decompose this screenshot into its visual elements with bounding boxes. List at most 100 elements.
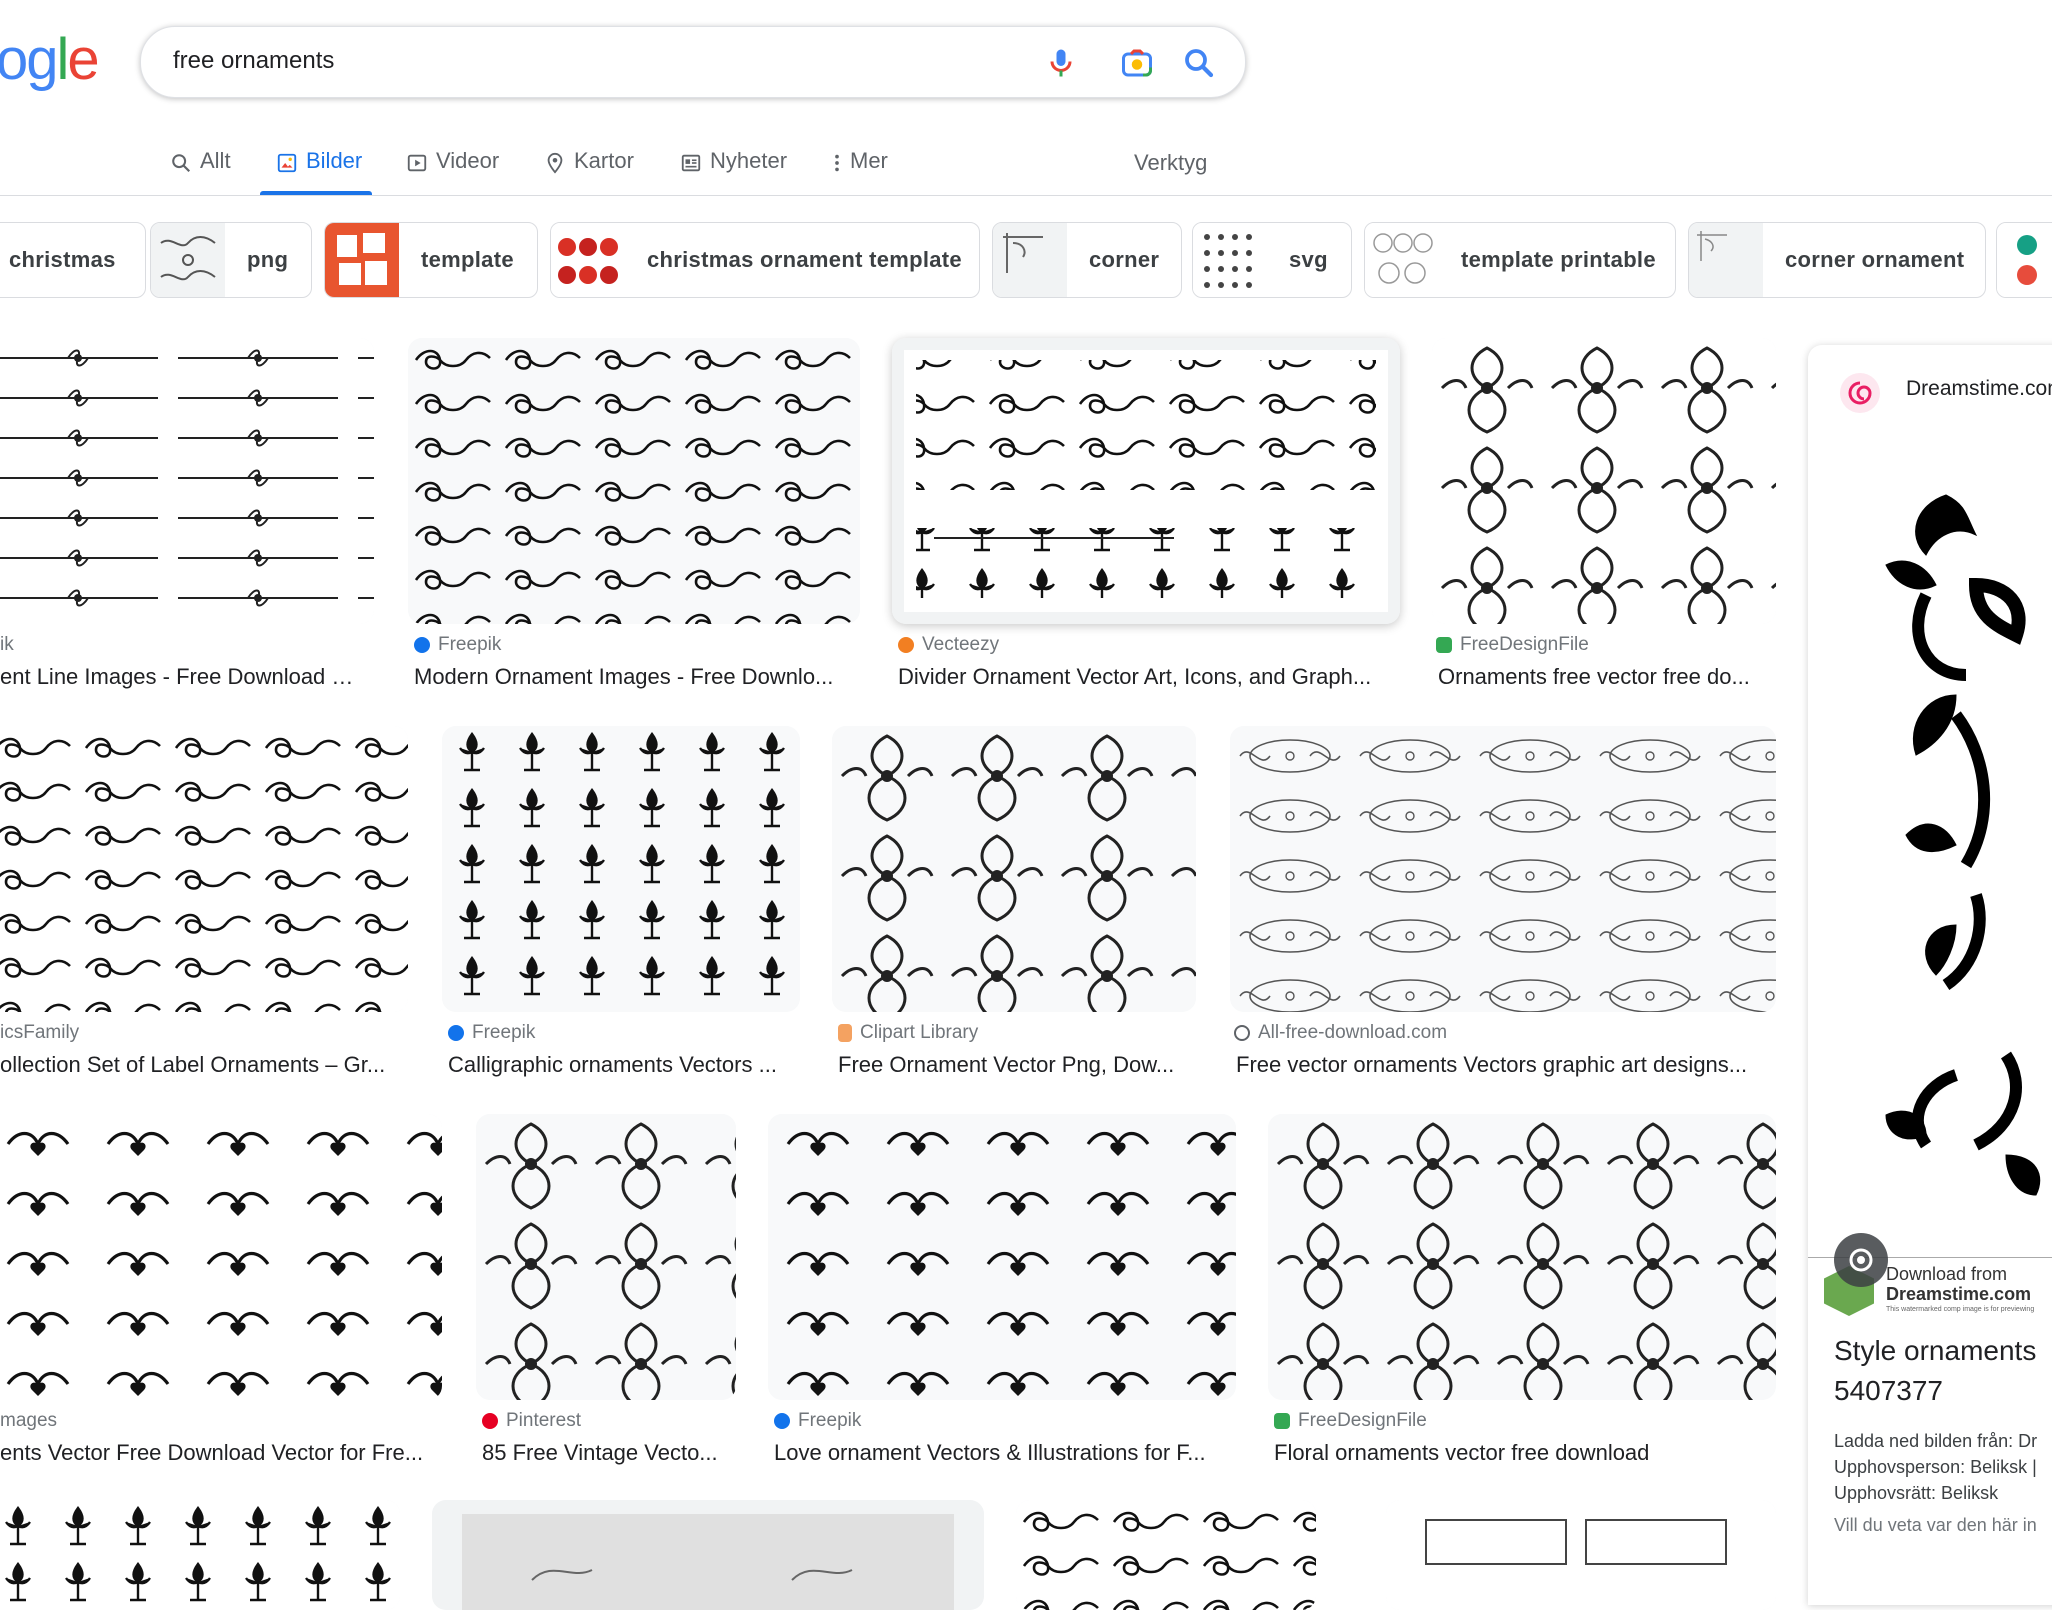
tab-more[interactable]: Mer bbox=[832, 148, 888, 200]
tab-maps[interactable]: Kartor bbox=[544, 148, 634, 200]
result-thumbnail[interactable] bbox=[0, 338, 374, 624]
watermark-note: This watermarked comp image is for previ… bbox=[1886, 1306, 2035, 1313]
chip-label: template bbox=[421, 247, 514, 272]
chip-thumbnail bbox=[325, 223, 399, 297]
result-thumbnail[interactable] bbox=[408, 338, 860, 624]
clipart-library-icon bbox=[838, 1024, 852, 1042]
result-image bbox=[432, 1500, 984, 1610]
more-vertical-icon bbox=[835, 154, 839, 172]
search-icon bbox=[172, 154, 191, 173]
lens-search-icon[interactable] bbox=[1834, 1233, 1888, 1287]
chip-christmas-ornament-template[interactable]: christmas ornament template bbox=[550, 222, 980, 298]
preview-image[interactable] bbox=[1826, 455, 2052, 1255]
result-thumbnail[interactable] bbox=[0, 1114, 442, 1400]
tab-label: Nyheter bbox=[710, 148, 788, 173]
microphone-icon[interactable] bbox=[1043, 45, 1079, 81]
tab-all[interactable]: Allt bbox=[170, 148, 231, 200]
result-thumbnail[interactable] bbox=[1432, 338, 1776, 624]
chip-thumbnail bbox=[151, 223, 225, 297]
result-source[interactable]: Freepik bbox=[448, 1022, 535, 1044]
tab-videos[interactable]: Videor bbox=[406, 148, 499, 200]
result-title[interactable]: ollection Set of Label Ornaments – Gr... bbox=[0, 1052, 400, 1078]
result-thumbnail[interactable] bbox=[476, 1114, 736, 1400]
search-input[interactable]: free ornaments bbox=[173, 47, 334, 75]
result-thumbnail[interactable] bbox=[832, 726, 1196, 1012]
result-title[interactable]: ent Line Images - Free Download o... bbox=[0, 664, 360, 690]
image-icon bbox=[277, 153, 297, 173]
download-circle-icon bbox=[1234, 1025, 1250, 1041]
chip-christmas[interactable]: christmas bbox=[0, 222, 146, 298]
result-source[interactable]: FreeDesignFile bbox=[1436, 634, 1589, 656]
source-name: FreeDesignFile bbox=[1460, 634, 1589, 655]
result-thumbnail[interactable] bbox=[432, 1500, 984, 1610]
result-image bbox=[1386, 1500, 1776, 1610]
chip-template[interactable]: template bbox=[324, 222, 538, 298]
chip-png[interactable]: png bbox=[150, 222, 312, 298]
play-icon bbox=[407, 154, 427, 172]
chip-template-printable[interactable]: template printable bbox=[1364, 222, 1676, 298]
freedesignfile-icon bbox=[1436, 637, 1452, 653]
tab-news[interactable]: Nyheter bbox=[680, 148, 787, 200]
search-icon[interactable] bbox=[1181, 45, 1217, 81]
preview-author-line: Upphovsperson: Beliksk | bbox=[1834, 1457, 2037, 1477]
result-thumbnail[interactable] bbox=[0, 1500, 400, 1610]
result-source[interactable]: Freepik bbox=[414, 634, 501, 656]
chip-label: template printable bbox=[1461, 247, 1656, 272]
result-source[interactable]: Freepik bbox=[774, 1410, 861, 1432]
preview-rights-line: Upphovsrätt: Beliksk bbox=[1834, 1483, 1999, 1503]
dreamstime-logo-icon[interactable] bbox=[1840, 373, 1880, 413]
result-source[interactable]: mages bbox=[0, 1410, 57, 1432]
chip-more-preview[interactable] bbox=[1996, 222, 2052, 298]
result-thumbnail[interactable] bbox=[1386, 1500, 1776, 1610]
result-source[interactable]: Pinterest bbox=[482, 1410, 581, 1432]
chip-svg[interactable]: svg bbox=[1192, 222, 1352, 298]
result-title[interactable]: Free Ornament Vector Png, Dow... bbox=[838, 1052, 1194, 1078]
source-name: Freepik bbox=[438, 634, 502, 655]
preview-title-line1[interactable]: Style ornaments bbox=[1834, 1335, 2036, 1367]
result-source[interactable]: All-free-download.com bbox=[1234, 1022, 1447, 1044]
chip-corner[interactable]: corner bbox=[992, 222, 1182, 298]
tools-label: Verktyg bbox=[1134, 150, 1208, 175]
result-source[interactable]: Vecteezy bbox=[898, 634, 999, 656]
watermark-site: Dreamstime.com bbox=[1886, 1284, 2032, 1304]
result-title[interactable]: 85 Free Vintage Vecto... bbox=[482, 1440, 732, 1466]
freedesignfile-icon bbox=[1274, 1413, 1290, 1429]
result-thumbnail[interactable] bbox=[768, 1114, 1236, 1400]
result-thumbnail[interactable] bbox=[442, 726, 800, 1012]
preview-title-line2[interactable]: 5407377 bbox=[1834, 1375, 1943, 1407]
result-image bbox=[1230, 726, 1776, 1012]
result-source[interactable]: ik bbox=[0, 634, 14, 656]
result-title[interactable]: ents Vector Free Download Vector for Fre… bbox=[0, 1440, 430, 1466]
camera-search-icon[interactable] bbox=[1119, 45, 1155, 81]
result-title[interactable]: Calligraphic ornaments Vectors ... bbox=[448, 1052, 798, 1078]
map-pin-icon bbox=[547, 152, 563, 174]
preview-site-name[interactable]: Dreamstime.com bbox=[1906, 377, 2052, 401]
result-source[interactable]: icsFamily bbox=[0, 1022, 79, 1044]
chip-thumbnail bbox=[1997, 223, 2052, 297]
result-image bbox=[768, 1114, 1236, 1400]
result-thumbnail[interactable] bbox=[1268, 1114, 1776, 1400]
result-title[interactable]: Free vector ornaments Vectors graphic ar… bbox=[1236, 1052, 1776, 1078]
result-title[interactable]: Divider Ornament Vector Art, Icons, and … bbox=[898, 664, 1396, 690]
result-thumbnail[interactable] bbox=[1230, 726, 1776, 1012]
result-thumbnail[interactable] bbox=[892, 338, 1400, 624]
tab-label: Kartor bbox=[574, 148, 634, 173]
result-thumbnail[interactable] bbox=[0, 726, 408, 1012]
result-source[interactable]: Clipart Library bbox=[838, 1022, 978, 1044]
preview-question-line[interactable]: Vill du veta var den här in bbox=[1834, 1515, 2037, 1536]
source-name: icsFamily bbox=[0, 1022, 80, 1043]
result-title[interactable]: Love ornament Vectors & Illustrations fo… bbox=[774, 1440, 1234, 1466]
google-logo[interactable]: ogle bbox=[0, 26, 100, 93]
result-title[interactable]: Floral ornaments vector free download bbox=[1274, 1440, 1774, 1466]
search-box[interactable]: free ornaments bbox=[140, 26, 1246, 98]
preview-download-line[interactable]: Ladda ned bilden från: Dr bbox=[1834, 1431, 2037, 1452]
result-source[interactable]: FreeDesignFile bbox=[1274, 1410, 1427, 1432]
result-thumbnail[interactable] bbox=[1016, 1500, 1316, 1610]
result-title[interactable]: Modern Ornament Images - Free Downlo... bbox=[414, 664, 854, 690]
chip-corner-ornament[interactable]: corner ornament bbox=[1688, 222, 1986, 298]
result-title[interactable]: Ornaments free vector free do... bbox=[1438, 664, 1774, 690]
header-divider bbox=[0, 195, 2052, 196]
source-name: ik bbox=[0, 634, 14, 655]
tab-label: Mer bbox=[850, 148, 888, 173]
result-image bbox=[892, 338, 1400, 624]
